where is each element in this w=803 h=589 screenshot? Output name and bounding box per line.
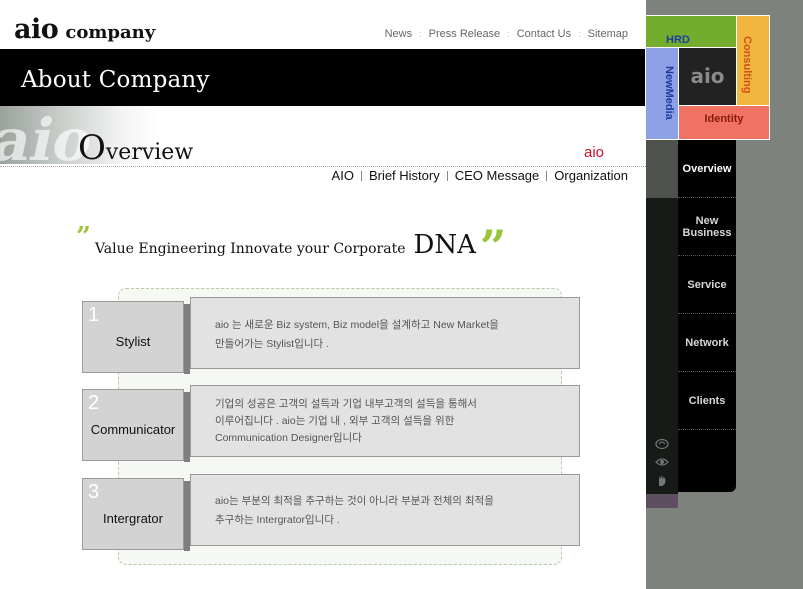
- role-card-description-line: 기업의 성공은 고객의 설득과 기업 내부고객의 설득을 통해서: [215, 398, 477, 410]
- role-card-label-box: 2 Communicator: [82, 389, 190, 462]
- side-menu-item-network[interactable]: Network: [678, 314, 736, 372]
- section-title-rest: verview: [105, 140, 194, 165]
- subnav-organization-link[interactable]: Organization: [554, 168, 628, 183]
- side-menu-item-new-business[interactable]: New Business: [678, 198, 736, 256]
- brand-mark: aio: [584, 144, 605, 161]
- role-card-label: Stylist: [115, 334, 151, 349]
- category-grid-center-text: aio: [690, 64, 725, 88]
- subnav-ceo-message-link[interactable]: CEO Message: [455, 168, 540, 183]
- section-title: Overview: [78, 128, 193, 168]
- role-card-description: 기업의 성공은 고객의 설득과 기업 내부고객의 설득을 통해서 이루어집니다 …: [190, 385, 580, 457]
- company-logo[interactable]: aio company: [14, 14, 155, 45]
- page-banner-title: About Company: [21, 67, 210, 93]
- sub-navigation: AIO Brief History CEO Message Organizati…: [332, 168, 628, 183]
- section-title-initial: O: [78, 128, 106, 168]
- side-menu-item-label: Overview: [682, 162, 732, 175]
- category-consulting[interactable]: Consulting: [736, 15, 770, 106]
- eye-icon[interactable]: [652, 453, 672, 471]
- role-card-description-line: 추구하는 Intergrator입니다 .: [215, 514, 340, 526]
- subnav-separator: [546, 170, 548, 181]
- hand-icon[interactable]: [652, 471, 672, 489]
- role-card-description-line: aio는 부분의 최적을 추구하는 것이 아니라 부분과 전체의 최적을: [215, 495, 494, 507]
- subnav-aio-link[interactable]: AIO: [332, 168, 354, 183]
- subnav-separator: [360, 170, 362, 181]
- role-card-label-box: 3 Intergrator: [82, 478, 190, 551]
- section-divider: [0, 166, 646, 167]
- side-menu-item-label: Network: [685, 336, 729, 349]
- nav-separator: :: [507, 29, 510, 39]
- category-newmedia[interactable]: NewMedia: [645, 47, 679, 140]
- category-hrd-label: HRD: [666, 34, 690, 46]
- open-quote-mark: ”: [76, 222, 91, 252]
- tagline: ” Value Engineering Innovate your Corpor…: [76, 220, 507, 274]
- nav-separator: :: [578, 29, 581, 39]
- nav-press-release-link[interactable]: Press Release: [429, 28, 501, 40]
- top-navigation: News : Press Release : Contact Us : Site…: [385, 28, 628, 40]
- side-menu-accent-bottom: [646, 494, 678, 508]
- side-menu-item-label: Service: [687, 278, 727, 291]
- role-card-label: Communicator: [90, 422, 176, 437]
- close-quote-mark: ”: [479, 220, 507, 274]
- category-consulting-label: Consulting: [741, 36, 753, 94]
- category-newmedia-label: NewMedia: [663, 66, 675, 120]
- role-card-description-line: Communication Designer입니다: [215, 432, 362, 444]
- tagline-emphasis: DNA: [413, 230, 476, 260]
- role-card-number: 3: [88, 481, 100, 503]
- category-grid-center-logo: aio: [678, 47, 737, 106]
- page-banner: About Company: [0, 49, 646, 106]
- side-menu-accent-active: [646, 140, 678, 198]
- role-card-number: 2: [88, 392, 100, 414]
- nav-contact-us-link[interactable]: Contact Us: [517, 28, 571, 40]
- side-menu-item-overview[interactable]: Overview: [678, 140, 736, 198]
- logo-main-text: aio: [14, 14, 59, 45]
- category-identity-label: Identity: [704, 113, 744, 125]
- side-menu-item-clients[interactable]: Clients: [678, 372, 736, 430]
- role-card-number: 1: [88, 304, 100, 326]
- subnav-separator: [446, 170, 448, 181]
- role-card-stylist: 1 Stylist aio 는 새로운 Biz system, Biz mode…: [82, 297, 580, 375]
- nav-sitemap-link[interactable]: Sitemap: [588, 28, 628, 40]
- logo-sub-text: company: [65, 22, 156, 43]
- side-menu-item-label: New Business: [682, 214, 732, 239]
- ear-icon[interactable]: [652, 435, 672, 453]
- category-identity[interactable]: Identity: [678, 105, 770, 140]
- side-menu-item-service[interactable]: Service: [678, 256, 736, 314]
- role-card-description-line: aio 는 새로운 Biz system, Biz model을 설계하고 Ne…: [215, 319, 499, 331]
- subnav-brief-history-link[interactable]: Brief History: [369, 168, 440, 183]
- role-card-description-line: 만들어가는 Stylist입니다 .: [215, 338, 330, 350]
- accessibility-icons: [652, 435, 672, 489]
- nav-news-link[interactable]: News: [385, 28, 413, 40]
- side-menu-item-label: Clients: [688, 394, 726, 407]
- category-grid: HRD Consulting NewMedia aio Identity: [645, 15, 770, 140]
- role-card-description: aio 는 새로운 Biz system, Biz model을 설계하고 Ne…: [190, 297, 580, 369]
- main-content: aio company News : Press Release : Conta…: [0, 0, 646, 589]
- role-card-description-line: 이루어집니다 . aio는 기업 내 , 외부 고객의 설득을 위한: [215, 415, 455, 427]
- role-card-description: aio는 부분의 최적을 추구하는 것이 아니라 부분과 전체의 최적을 추구하…: [190, 474, 580, 546]
- nav-separator: :: [419, 29, 422, 39]
- tagline-text: Value Engineering Innovate your Corporat…: [94, 241, 406, 257]
- role-card-label: Intergrator: [103, 511, 163, 526]
- role-card-intergrator: 3 Intergrator aio는 부분의 최적을 추구하는 것이 아니라 부…: [82, 474, 580, 552]
- role-card-communicator: 2 Communicator 기업의 성공은 고객의 설득과 기업 내부고객의 …: [82, 385, 580, 463]
- side-menu: Overview New Business Service Network Cl…: [678, 140, 736, 492]
- role-card-label-box: 1 Stylist: [82, 301, 190, 374]
- category-hrd[interactable]: HRD: [645, 15, 737, 48]
